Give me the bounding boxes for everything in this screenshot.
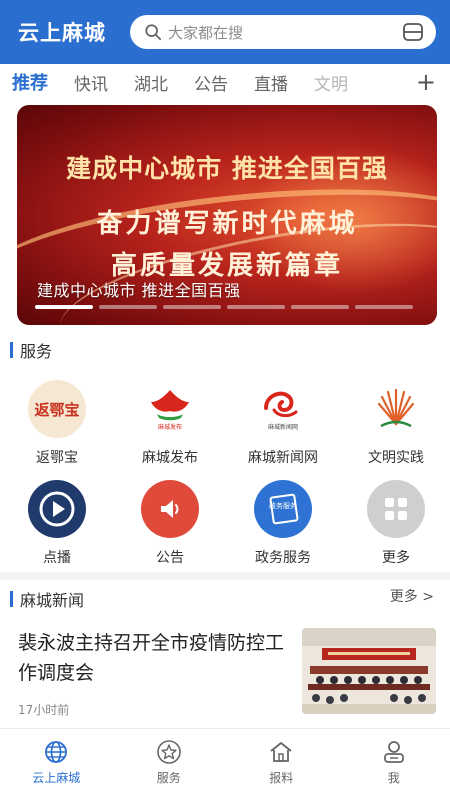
service-more[interactable]: 更多 xyxy=(346,480,446,567)
fanebao-logo-icon: 返鄂宝 xyxy=(28,380,86,438)
banner-caption: 建成中心城市 推进全国百强 xyxy=(37,281,241,300)
macheng-fabu-logo-icon: 麻城发布 xyxy=(141,380,199,438)
search-bar[interactable]: 大家都在搜 xyxy=(130,15,436,49)
government-service-icon: 政务服务 xyxy=(254,480,312,538)
nav-label: 云上麻城 xyxy=(32,771,81,785)
svg-text:政务服务: 政务服务 xyxy=(269,501,297,510)
carousel-dot[interactable] xyxy=(227,305,285,309)
speaker-icon xyxy=(141,480,199,538)
service-on-demand[interactable]: 点播 xyxy=(7,480,107,567)
heading-marker xyxy=(10,591,13,607)
svg-text:麻城发布: 麻城发布 xyxy=(158,423,182,431)
service-macheng-fabu[interactable]: 麻城发布 麻城发布 xyxy=(120,380,220,467)
civilization-practice-logo-icon xyxy=(367,380,425,438)
banner-carousel[interactable]: 建成中心城市 推进全国百强 奋力谱写新时代麻城 高质量发展新篇章 建成中心城市 … xyxy=(17,105,437,325)
nav-yunshang-macheng[interactable]: 云上麻城 xyxy=(0,729,113,800)
nav-label: 我 xyxy=(387,771,400,785)
search-icon xyxy=(145,24,162,41)
service-civilization-practice[interactable]: 文明实践 xyxy=(346,380,446,467)
nav-report[interactable]: 报料 xyxy=(225,729,338,800)
service-fanebao[interactable]: 返鄂宝 返鄂宝 xyxy=(7,380,107,467)
play-icon xyxy=(28,480,86,538)
heading-marker xyxy=(10,342,13,358)
carousel-dot[interactable] xyxy=(99,305,157,309)
grid-icon xyxy=(367,480,425,538)
services-title: 服务 xyxy=(20,342,53,361)
globe-icon xyxy=(45,741,68,763)
tab-recommend[interactable]: 推荐 xyxy=(12,69,48,95)
meeting-photo xyxy=(302,628,436,714)
news-more-link[interactable]: 更多 > xyxy=(390,586,434,606)
service-label: 返鄂宝 xyxy=(36,450,78,466)
tab-live[interactable]: 直播 xyxy=(254,70,288,95)
nav-label: 报料 xyxy=(269,771,294,785)
service-label: 更多 xyxy=(382,550,410,566)
service-macheng-news[interactable]: 麻城新闻网 麻城新闻网 xyxy=(233,380,333,467)
banner-slogan: 奋力谱写新时代麻城 xyxy=(96,209,358,239)
carousel-dot[interactable] xyxy=(291,305,349,309)
service-label: 点播 xyxy=(43,550,71,566)
service-label: 公告 xyxy=(156,550,184,566)
nav-me[interactable]: 我 xyxy=(338,729,450,800)
star-icon xyxy=(156,740,181,764)
scan-icon[interactable] xyxy=(402,22,424,42)
news-section-title: 麻城新闻 xyxy=(20,591,85,610)
svg-text:麻城新闻网: 麻城新闻网 xyxy=(268,423,298,431)
carousel-indicator xyxy=(35,305,419,309)
search-placeholder: 大家都在搜 xyxy=(168,23,244,42)
tab-civilization[interactable]: 文明 xyxy=(314,70,348,95)
service-label: 麻城新闻网 xyxy=(248,450,318,466)
macheng-news-logo-icon: 麻城新闻网 xyxy=(254,380,312,438)
home-icon xyxy=(270,742,292,762)
tab-notice[interactable]: 公告 xyxy=(194,70,228,95)
service-label: 麻城发布 xyxy=(142,450,198,466)
section-divider xyxy=(0,572,450,580)
news-item-time: 17小时前 xyxy=(18,703,70,717)
news-thumbnail[interactable] xyxy=(302,628,436,714)
service-label: 文明实践 xyxy=(368,450,424,466)
news-item-title[interactable]: 裴永波主持召开全市疫情防控工作调度会 xyxy=(18,628,290,688)
news-heading: 麻城新闻 xyxy=(10,587,84,611)
nav-services[interactable]: 服务 xyxy=(113,729,226,800)
tab-flash-news[interactable]: 快讯 xyxy=(74,70,108,95)
app-header: 云上麻城 大家都在搜 xyxy=(0,0,450,64)
nav-label: 服务 xyxy=(156,771,181,785)
user-icon xyxy=(383,741,404,763)
banner-slogan: 建成中心城市 推进全国百强 xyxy=(66,154,388,183)
service-government[interactable]: 政务服务 政务服务 xyxy=(233,480,333,567)
carousel-dot[interactable] xyxy=(355,305,413,309)
services-heading: 服务 xyxy=(10,338,52,362)
service-label: 政务服务 xyxy=(255,550,311,566)
app-title: 云上麻城 xyxy=(18,21,106,45)
service-notice[interactable]: 公告 xyxy=(120,480,220,567)
tab-hubei[interactable]: 湖北 xyxy=(134,70,168,95)
carousel-dot[interactable] xyxy=(35,305,93,309)
carousel-dot[interactable] xyxy=(163,305,221,309)
add-channel-icon[interactable]: + xyxy=(397,68,436,96)
bottom-navigation: 云上麻城 服务 报料 我 xyxy=(0,728,450,800)
channel-tabs: 推荐 快讯 湖北 公告 直播 文明 + xyxy=(0,64,450,100)
